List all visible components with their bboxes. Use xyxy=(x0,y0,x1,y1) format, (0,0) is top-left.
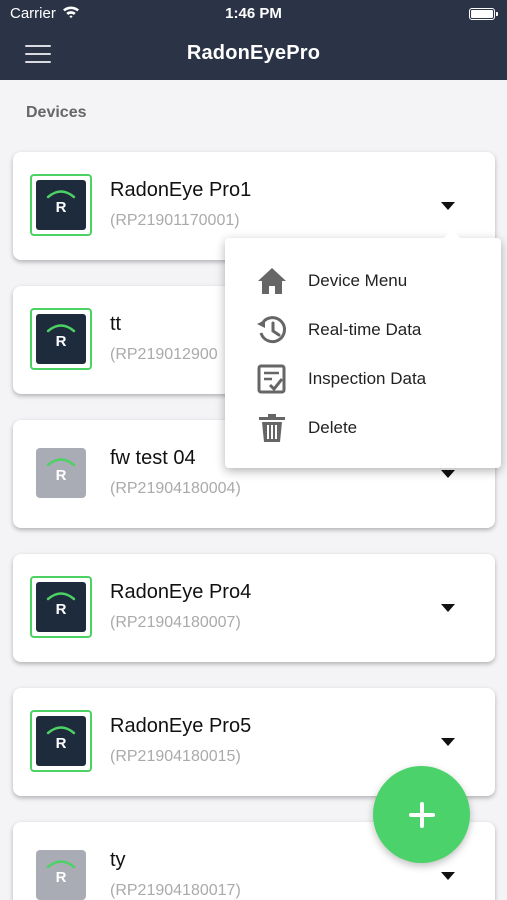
checklist-icon xyxy=(257,364,286,394)
device-options-caret-icon[interactable] xyxy=(441,604,455,612)
device-serial: (RP21904180017) xyxy=(110,882,241,899)
nav-bar: RadonEyePro xyxy=(0,28,507,80)
device-icon-letter: R xyxy=(56,199,67,216)
device-icon: R xyxy=(30,174,92,236)
device-serial: (RP21901170001) xyxy=(110,212,240,229)
page-title: RadonEyePro xyxy=(186,42,321,64)
status-time: 1:46 PM xyxy=(225,5,282,22)
battery-icon xyxy=(469,8,498,20)
device-icon: R xyxy=(30,710,92,772)
history-icon xyxy=(257,316,287,344)
device-serial: (RP219012900 xyxy=(110,346,218,363)
device-options-caret-icon[interactable] xyxy=(441,872,455,880)
device-icon: R xyxy=(30,576,92,638)
device-icon: R xyxy=(30,442,92,504)
menu-item-realtime-data[interactable]: Real-time Data xyxy=(225,305,501,354)
menu-item-label: Delete xyxy=(308,418,358,437)
device-icon-letter: R xyxy=(56,735,67,752)
device-name: RadonEye Pro4 xyxy=(110,581,252,603)
device-name: RadonEye Pro1 xyxy=(110,179,252,201)
status-bar: Carrier 1:46 PM xyxy=(0,0,507,28)
home-icon xyxy=(258,268,286,294)
menu-item-label: Inspection Data xyxy=(308,369,427,388)
device-icon-letter: R xyxy=(56,869,67,886)
radon-device-icon: R xyxy=(46,458,76,484)
device-icon-letter: R xyxy=(56,601,67,618)
add-device-button[interactable] xyxy=(373,766,470,863)
menu-item-inspection-data[interactable]: Inspection Data xyxy=(225,354,501,403)
trash-icon xyxy=(259,414,285,442)
device-icon: R xyxy=(30,844,92,900)
radon-device-icon: R xyxy=(46,592,76,618)
radon-device-icon: R xyxy=(46,726,76,752)
device-options-caret-icon[interactable] xyxy=(441,470,455,478)
device-name: RadonEye Pro5 xyxy=(110,715,252,737)
device-options-menu: Device Menu Real-time Data Inspection Da… xyxy=(225,229,501,468)
radon-device-icon: R xyxy=(46,860,76,886)
menu-item-label: Real-time Data xyxy=(308,320,422,339)
device-icon-letter: R xyxy=(56,467,67,484)
menu-item-delete[interactable]: Delete xyxy=(225,403,501,452)
menu-item-device-menu[interactable]: Device Menu xyxy=(225,256,501,305)
device-card[interactable]: R RadonEye Pro4 (RP21904180007) xyxy=(13,554,495,662)
device-name: fw test 04 xyxy=(110,447,196,469)
device-icon: R xyxy=(30,308,92,370)
menu-item-label: Device Menu xyxy=(308,271,408,290)
device-serial: (RP21904180015) xyxy=(110,748,241,765)
radon-device-icon: R xyxy=(46,190,76,216)
device-icon-letter: R xyxy=(56,333,67,350)
radon-device-icon: R xyxy=(46,324,76,350)
device-name: tt xyxy=(110,313,122,335)
device-options-caret-icon[interactable] xyxy=(441,738,455,746)
device-name: ty xyxy=(110,849,126,871)
section-label-devices: Devices xyxy=(26,104,87,121)
device-serial: (RP21904180007) xyxy=(110,614,241,631)
device-serial: (RP21904180004) xyxy=(110,480,241,497)
device-options-caret-icon[interactable] xyxy=(441,202,455,210)
